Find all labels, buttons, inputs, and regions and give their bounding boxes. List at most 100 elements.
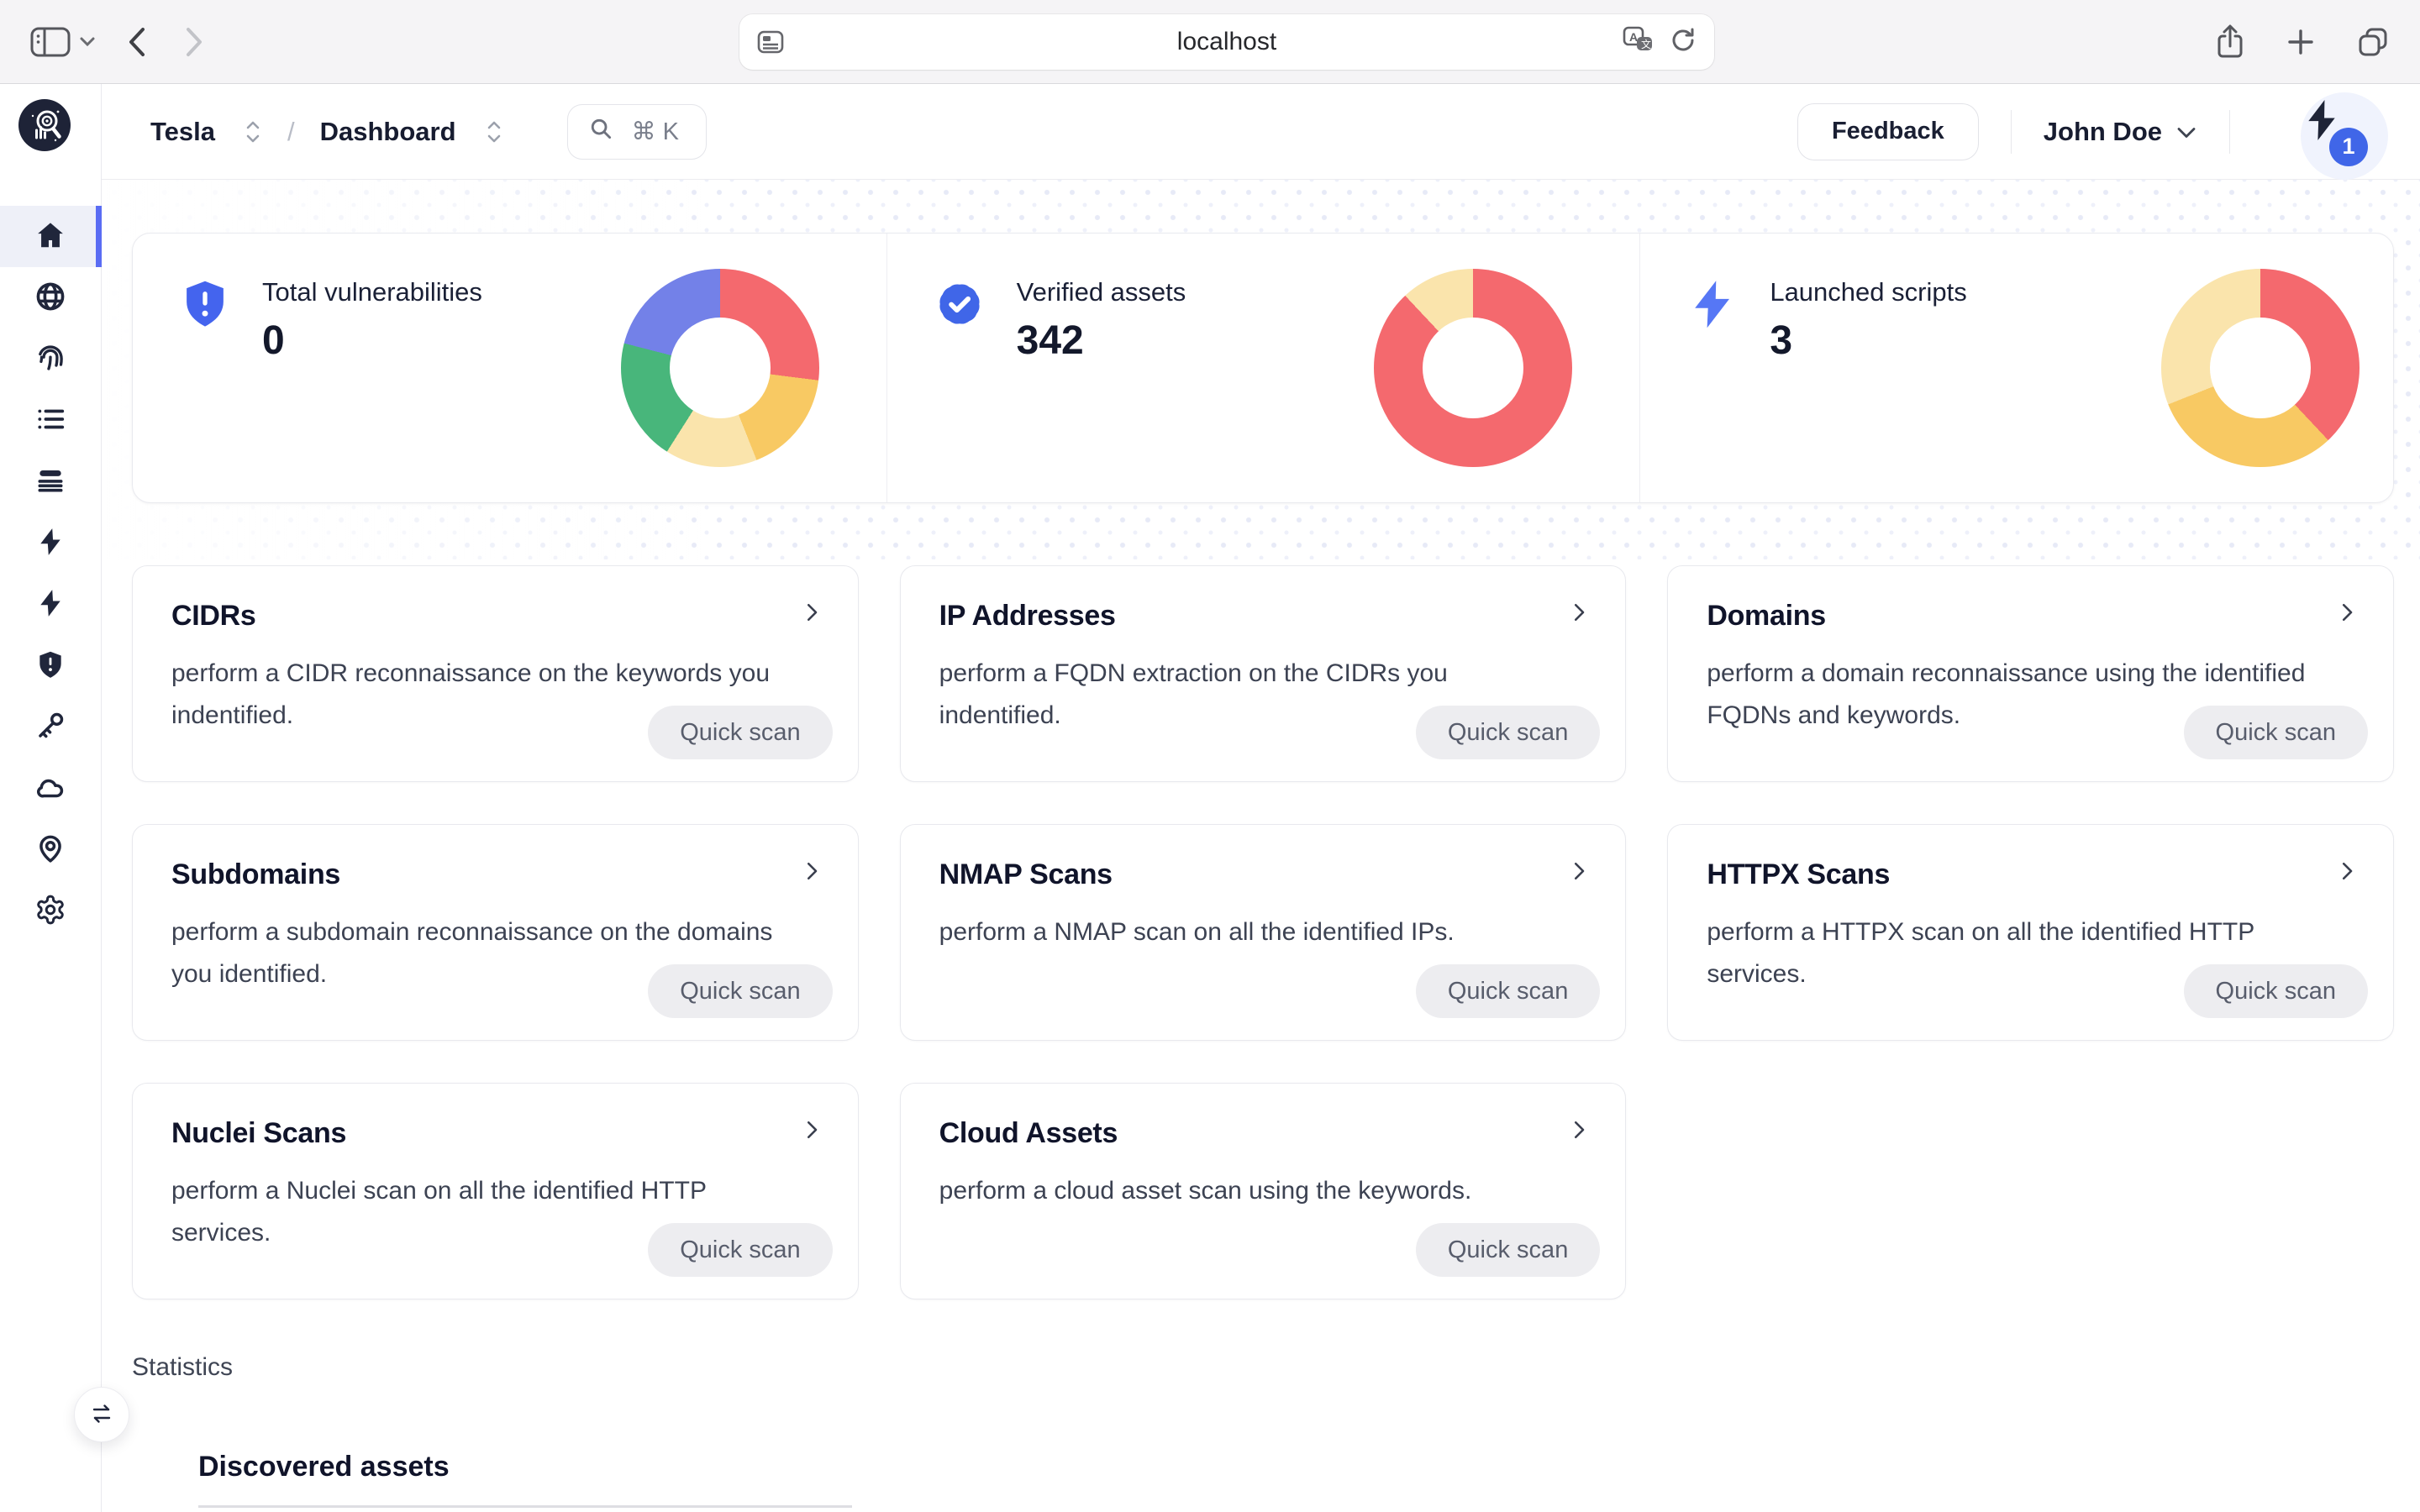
forward-icon[interactable] — [183, 24, 205, 60]
new-tab-icon[interactable] — [2286, 27, 2316, 57]
chevron-right-icon[interactable] — [2334, 858, 2360, 884]
reload-icon[interactable] — [1669, 25, 1697, 60]
card-description: perform a cloud asset scan using the key… — [939, 1170, 1542, 1212]
card-title: Subdomains — [171, 858, 819, 891]
sidebar-item-settings[interactable] — [0, 880, 101, 942]
card-title: CIDRs — [171, 600, 819, 633]
card-httpx-scans[interactable]: HTTPX Scans perform a HTTPX scan on all … — [1667, 824, 2394, 1041]
shield-alert-badge-icon — [178, 277, 232, 331]
card-ip-addresses[interactable]: IP Addresses perform a FQDN extraction o… — [900, 565, 1627, 782]
total-vulnerabilities-donut-chart — [621, 269, 819, 467]
sidebar-item-scripts[interactable] — [0, 574, 101, 635]
search-icon — [588, 116, 613, 148]
back-icon[interactable] — [126, 24, 148, 60]
card-nmap-scans[interactable]: NMAP Scans perform a NMAP scan on all th… — [900, 824, 1627, 1041]
chevron-right-icon[interactable] — [2334, 600, 2360, 625]
url-text: localhost — [739, 28, 1714, 56]
quick-scan-button[interactable]: Quick scan — [648, 1223, 832, 1277]
list-icon — [34, 403, 66, 438]
section-divider — [198, 1505, 852, 1508]
notifications-button[interactable]: 1 — [2286, 86, 2383, 178]
quick-scan-button[interactable]: Quick scan — [2184, 964, 2368, 1018]
translate-icon[interactable]: A 文 — [1622, 25, 1655, 60]
bolt-icon — [34, 526, 66, 560]
user-menu[interactable]: John Doe — [2044, 117, 2197, 147]
app-header: Tesla / Dashboard — [102, 84, 2420, 180]
chevron-right-icon[interactable] — [799, 600, 824, 625]
quick-scan-button[interactable]: Quick scan — [1416, 1223, 1600, 1277]
card-title: Domains — [1707, 600, 2354, 633]
stat-label: Launched scripts — [1770, 277, 1966, 307]
card-cidrs[interactable]: CIDRs perform a CIDR reconnaissance on t… — [132, 565, 859, 782]
chevron-down-icon — [2175, 117, 2197, 147]
search-input[interactable]: ⌘ K — [567, 104, 707, 160]
app-logo — [18, 99, 71, 151]
share-icon[interactable] — [2215, 24, 2245, 60]
feedback-button[interactable]: Feedback — [1797, 103, 1979, 160]
settings-gear-icon — [34, 894, 66, 928]
quick-scan-card-grid: CIDRs perform a CIDR reconnaissance on t… — [132, 565, 2394, 1299]
address-bar[interactable]: localhost A 文 — [739, 14, 1714, 70]
browser-toolbar: localhost A 文 — [0, 0, 2420, 84]
quick-scan-button[interactable]: Quick scan — [648, 964, 832, 1018]
home-icon — [34, 219, 66, 254]
card-description: perform a NMAP scan on all the identifie… — [939, 911, 1542, 953]
key-icon — [34, 710, 66, 744]
stat-value: 342 — [1017, 318, 1186, 364]
location-pin-icon — [34, 832, 66, 867]
quick-scan-button[interactable]: Quick scan — [648, 706, 832, 759]
tabs-overview-icon[interactable] — [2356, 25, 2390, 59]
svg-text:文: 文 — [1641, 38, 1651, 50]
chevron-right-icon[interactable] — [1566, 600, 1591, 625]
card-title: HTTPX Scans — [1707, 858, 2354, 891]
chevron-right-icon[interactable] — [799, 858, 824, 884]
verified-assets-donut-chart — [1374, 269, 1572, 467]
card-domains[interactable]: Domains perform a domain reconnaissance … — [1667, 565, 2394, 782]
sidebar-item-locations[interactable] — [0, 819, 101, 880]
sidebar-item-fingerprint[interactable] — [0, 328, 101, 390]
search-shortcut: ⌘ K — [632, 117, 679, 146]
shield-alert-icon — [34, 648, 66, 683]
statistics-section-label: Statistics — [132, 1353, 2420, 1382]
sidebar-item-vulnerabilities[interactable] — [0, 635, 101, 696]
sidebar-item-rows[interactable] — [0, 451, 101, 512]
rows-stack-icon — [34, 465, 66, 499]
chevron-updown-icon — [244, 118, 262, 146]
stat-card-launched-scripts: Launched scripts 3 — [1639, 234, 2393, 502]
fingerprint-icon — [34, 342, 66, 376]
sidebar-item-scans[interactable] — [0, 512, 101, 574]
page-selector[interactable]: Dashboard — [320, 117, 503, 147]
sidebar-item-keys[interactable] — [0, 696, 101, 758]
chevron-down-icon[interactable] — [79, 36, 96, 48]
stat-value: 0 — [262, 318, 482, 364]
chevron-updown-icon — [485, 118, 503, 146]
card-title: Cloud Assets — [939, 1117, 1587, 1150]
card-title: Nuclei Scans — [171, 1117, 819, 1150]
swap-arrows-icon — [89, 1401, 114, 1429]
card-nuclei-scans[interactable]: Nuclei Scans perform a Nuclei scan on al… — [132, 1083, 859, 1299]
quick-scan-button[interactable]: Quick scan — [2184, 706, 2368, 759]
card-subdomains[interactable]: Subdomains perform a subdomain reconnais… — [132, 824, 859, 1041]
reader-icon[interactable] — [756, 29, 785, 55]
sidebar-item-globe[interactable] — [0, 267, 101, 328]
lightning-bolt-icon — [1686, 277, 1739, 331]
sidebar-item-cloud[interactable] — [0, 758, 101, 819]
quick-scan-button[interactable]: Quick scan — [1416, 706, 1600, 759]
sidebar-collapse-button[interactable] — [74, 1387, 129, 1442]
chevron-right-icon[interactable] — [799, 1117, 824, 1142]
card-cloud-assets[interactable]: Cloud Assets perform a cloud asset scan … — [900, 1083, 1627, 1299]
sidebar-toggle-icon[interactable] — [29, 24, 72, 60]
verified-badge-icon — [933, 277, 986, 331]
launched-scripts-donut-chart — [2161, 269, 2360, 467]
workspace-selector[interactable]: Tesla — [150, 117, 262, 147]
card-title: IP Addresses — [939, 600, 1587, 633]
notification-badge: 1 — [2329, 128, 2368, 166]
header-divider — [2011, 110, 2012, 154]
chevron-right-icon[interactable] — [1566, 858, 1591, 884]
sidebar-item-list[interactable] — [0, 390, 101, 451]
quick-scan-button[interactable]: Quick scan — [1416, 964, 1600, 1018]
chevron-right-icon[interactable] — [1566, 1117, 1591, 1142]
breadcrumb: Tesla / Dashboard — [150, 117, 503, 147]
sidebar-item-home[interactable] — [0, 206, 101, 267]
user-name: John Doe — [2044, 117, 2162, 147]
